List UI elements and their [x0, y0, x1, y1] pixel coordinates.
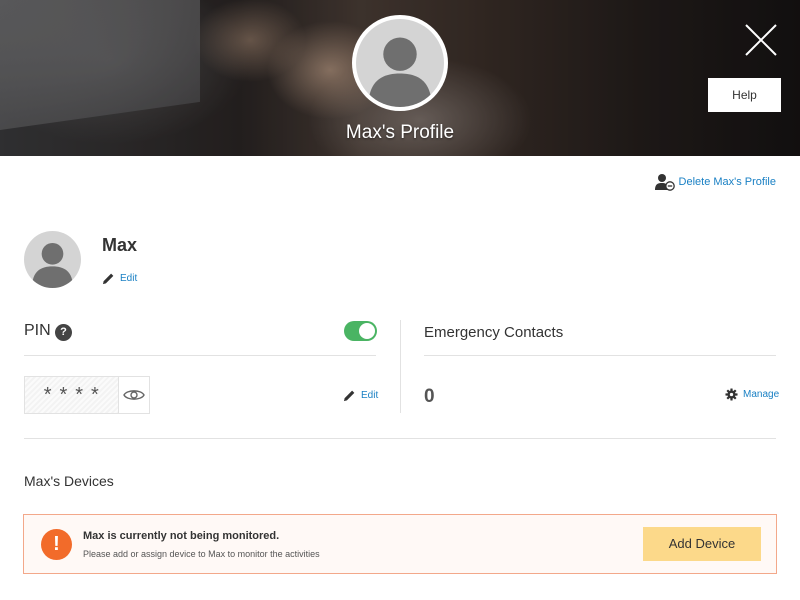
pin-divider — [24, 355, 376, 356]
toggle-knob — [359, 323, 375, 339]
user-name: Max — [102, 235, 138, 255]
section-vertical-divider — [400, 320, 401, 413]
avatar-placeholder-icon — [356, 19, 444, 107]
close-icon — [745, 24, 777, 56]
show-pin-button[interactable] — [117, 377, 149, 413]
profile-avatar-large — [352, 15, 448, 111]
edit-pin-link[interactable]: Edit — [343, 389, 378, 402]
alert-title: Max is currently not being monitored. — [83, 530, 280, 542]
gear-icon — [725, 388, 738, 401]
emergency-divider — [424, 355, 776, 356]
manage-contacts-label: Manage — [743, 389, 780, 400]
close-button[interactable] — [744, 23, 778, 57]
help-icon[interactable]: ? — [55, 324, 72, 341]
manage-contacts-link[interactable]: Manage — [725, 388, 779, 401]
edit-name-link[interactable]: Edit — [102, 272, 137, 285]
pencil-icon — [343, 390, 355, 402]
emergency-contacts-count: 0 — [424, 386, 435, 407]
delete-profile-label: Delete Max's Profile — [678, 176, 776, 188]
add-device-button[interactable]: Add Device — [643, 527, 761, 561]
warning-icon: ! — [41, 529, 72, 560]
pin-label: PIN — [24, 322, 51, 339]
person-remove-icon — [654, 174, 675, 191]
eye-icon — [122, 390, 145, 400]
alert-subtitle: Please add or assign device to Max to mo… — [83, 549, 320, 559]
section-divider — [24, 438, 776, 439]
devices-section-title: Max's Devices — [24, 473, 114, 489]
pencil-icon — [102, 273, 114, 285]
edit-name-label: Edit — [120, 273, 138, 284]
delete-profile-link[interactable]: Delete Max's Profile — [654, 172, 776, 192]
pin-field: **** — [24, 376, 150, 414]
pin-toggle[interactable] — [344, 321, 377, 341]
help-button[interactable]: Help — [708, 78, 781, 112]
emergency-contacts-label: Emergency Contacts — [424, 324, 564, 341]
pin-masked-value: **** — [25, 377, 118, 413]
profile-header-banner: Max's Profile Help — [0, 0, 800, 156]
user-avatar — [24, 231, 81, 288]
avatar-placeholder-icon — [31, 242, 74, 288]
edit-pin-label: Edit — [361, 390, 379, 401]
profile-title: Max's Profile — [345, 122, 455, 143]
not-monitored-alert: ! Max is currently not being monitored. … — [23, 514, 777, 574]
